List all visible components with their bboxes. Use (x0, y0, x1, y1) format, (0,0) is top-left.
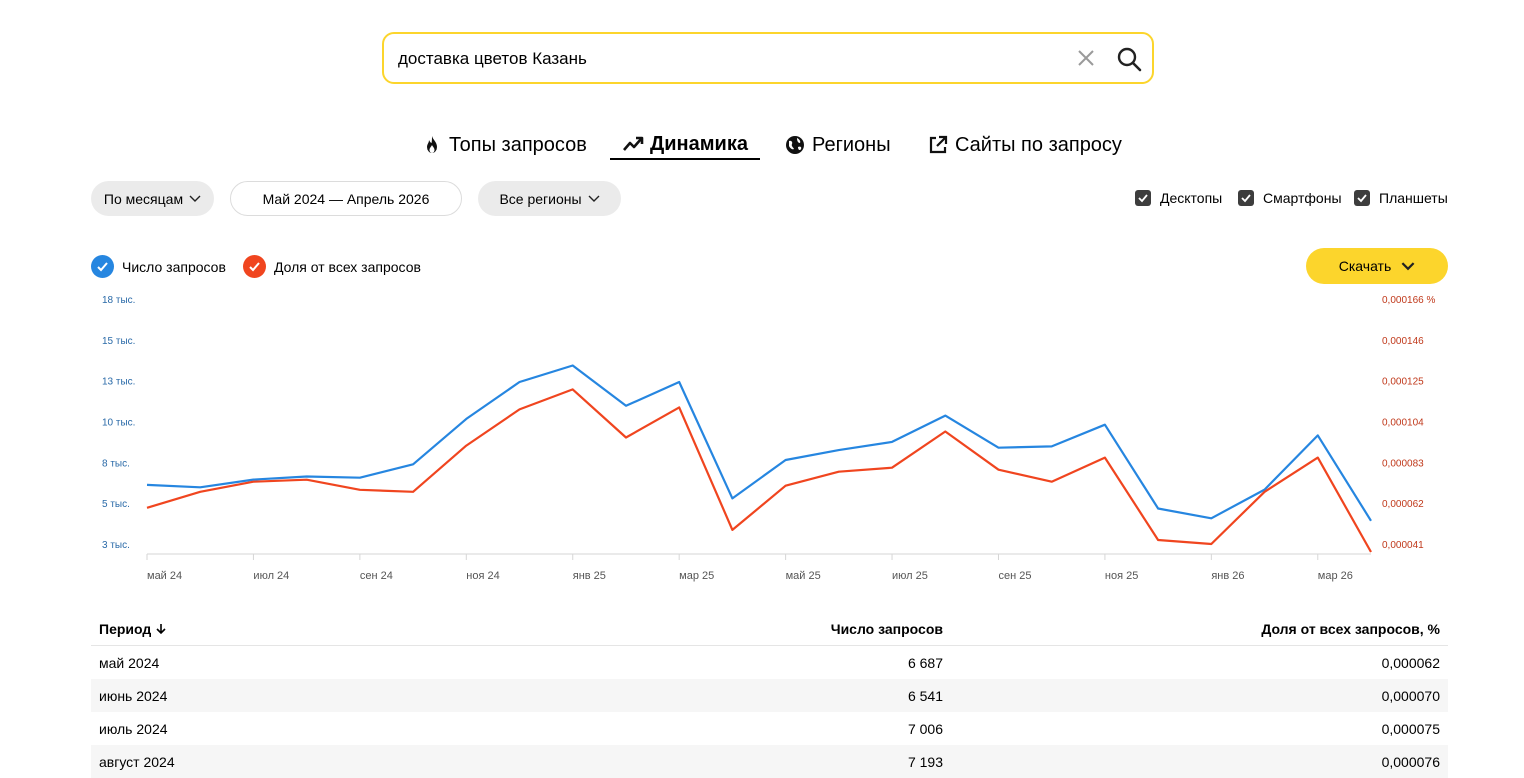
search-box[interactable] (382, 32, 1154, 84)
y-right-tick-label: 0,000166 % (1382, 295, 1435, 306)
legend-label: Число запросов (122, 258, 226, 275)
trend-icon (623, 136, 644, 151)
x-tick-label: сен 24 (360, 570, 393, 582)
y-left-tick-label: 18 тыс. (102, 295, 135, 306)
period-picker[interactable]: Май 2024 — Апрель 2026 (230, 181, 462, 216)
fire-icon (427, 136, 437, 153)
y-left-tick-label: 10 тыс. (102, 418, 135, 429)
legend-item-queries[interactable]: Число запросов (91, 255, 226, 278)
table-row: август 2024 7 193 0,000076 (91, 745, 1448, 778)
check-icon (91, 255, 114, 278)
chevron-down-icon (588, 195, 600, 202)
tab-label: Сайты по запросу (955, 133, 1122, 156)
y-left-tick-label: 5 тыс. (102, 499, 130, 510)
period-label: Май 2024 — Апрель 2026 (262, 190, 430, 207)
legend-label: Доля от всех запросов (274, 258, 421, 275)
cell-queries: 6 541 (907, 687, 943, 704)
external-link-icon (929, 135, 948, 154)
cell-period: август 2024 (99, 753, 175, 770)
y-left-tick-label: 15 тыс. (102, 336, 135, 347)
cell-period: июль 2024 (99, 720, 168, 737)
y-right-tick-label: 0,000104 (1382, 418, 1424, 429)
table-row: июнь 2024 6 541 0,000070 (91, 679, 1448, 712)
tab-dynamics[interactable]: Динамика (610, 130, 760, 160)
x-tick-label: сен 25 (998, 570, 1031, 582)
chevron-down-icon (189, 195, 201, 202)
cell-queries: 7 193 (907, 753, 943, 770)
x-tick-label: июл 24 (253, 570, 289, 582)
checkbox-smartphones[interactable]: Смартфоны (1238, 190, 1342, 206)
y-right-tick-label: 0,000146 (1382, 336, 1424, 347)
tab-regions[interactable]: Регионы (784, 130, 891, 160)
search-input[interactable] (396, 34, 1060, 84)
checkbox-label: Смартфоны (1263, 190, 1342, 206)
checkbox-checked-icon (1135, 190, 1151, 206)
y-right-tick-label: 0,000041 (1382, 540, 1424, 551)
y-left-tick-label: 13 тыс. (102, 377, 135, 388)
globe-icon (786, 136, 804, 154)
x-tick-label: май 25 (786, 570, 821, 582)
x-tick-label: янв 25 (573, 570, 606, 582)
table-header: Период Число запросов Доля от всех запро… (91, 612, 1448, 646)
legend-item-share[interactable]: Доля от всех запросов (243, 255, 421, 278)
clear-icon[interactable] (1076, 48, 1096, 68)
grouping-dropdown[interactable]: По месяцам (91, 181, 214, 216)
chevron-down-icon (1401, 261, 1415, 270)
sort-period-header[interactable]: Период (91, 621, 499, 637)
tab-label: Регионы (812, 133, 891, 156)
cell-period: июнь 2024 (99, 687, 168, 704)
tab-top-queries[interactable]: Топы запросов (421, 130, 587, 160)
cell-share: 0,000076 (1381, 753, 1440, 770)
series-line-queries (146, 364, 1372, 522)
data-table: Период Число запросов Доля от всех запро… (91, 612, 1448, 778)
x-tick-label: янв 26 (1211, 570, 1244, 582)
dynamics-chart: май 24 июл 24 сен 24 ноя 24 янв 25 мар 25 май … (102, 295, 1435, 582)
tabs: Топы запросов Динамика Регионы Сайты по … (0, 130, 1524, 164)
header-period: Период (99, 620, 152, 637)
table-body: май 2024 6 687 0,000062 июнь 2024 6 541 … (91, 646, 1448, 778)
x-tick-label: ноя 25 (1105, 570, 1138, 582)
cell-queries: 6 687 (907, 654, 943, 671)
x-tick-label: май 24 (147, 570, 182, 582)
cell-queries: 7 006 (907, 720, 943, 737)
download-label: Скачать (1338, 258, 1392, 274)
search-icon[interactable] (1116, 46, 1142, 72)
table-row: июль 2024 7 006 0,000075 (91, 712, 1448, 745)
y-left-tick-label: 3 тыс. (102, 540, 130, 551)
x-tick-label: мар 25 (679, 570, 714, 582)
grouping-label: По месяцам (103, 190, 184, 207)
regions-label: Все регионы (499, 190, 582, 207)
tab-label: Динамика (650, 132, 748, 155)
y-right-tick-label: 0,000062 (1382, 499, 1424, 510)
header-queries[interactable]: Число запросов (499, 621, 943, 637)
y-right-tick-label: 0,000083 (1382, 458, 1424, 469)
y-left-tick-label: 8 тыс. (102, 458, 130, 469)
y-right-tick-label: 0,000125 (1382, 377, 1424, 388)
checkbox-checked-icon (1238, 190, 1254, 206)
tab-sites[interactable]: Сайты по запросу (927, 130, 1122, 160)
tab-label: Топы запросов (449, 133, 587, 156)
checkbox-label: Планшеты (1379, 190, 1448, 206)
regions-dropdown[interactable]: Все регионы (478, 181, 621, 216)
checkbox-tablets[interactable]: Планшеты (1354, 190, 1448, 206)
cell-share: 0,000070 (1381, 687, 1440, 704)
cell-share: 0,000062 (1381, 654, 1440, 671)
cell-share: 0,000075 (1381, 720, 1440, 737)
header-share[interactable]: Доля от всех запросов, % (943, 621, 1448, 637)
x-tick-label: ноя 24 (466, 570, 499, 582)
checkbox-checked-icon (1354, 190, 1370, 206)
x-tick-label: июл 25 (892, 570, 928, 582)
download-button[interactable]: Скачать (1306, 248, 1448, 284)
checkbox-label: Десктопы (1160, 190, 1223, 206)
arrow-down-icon (156, 623, 166, 634)
checkbox-desktops[interactable]: Десктопы (1135, 190, 1222, 206)
table-row: май 2024 6 687 0,000062 (91, 646, 1448, 679)
x-tick-label: мар 26 (1318, 570, 1353, 582)
cell-period: май 2024 (99, 654, 160, 671)
check-icon (243, 255, 266, 278)
series-line-share (146, 388, 1372, 553)
